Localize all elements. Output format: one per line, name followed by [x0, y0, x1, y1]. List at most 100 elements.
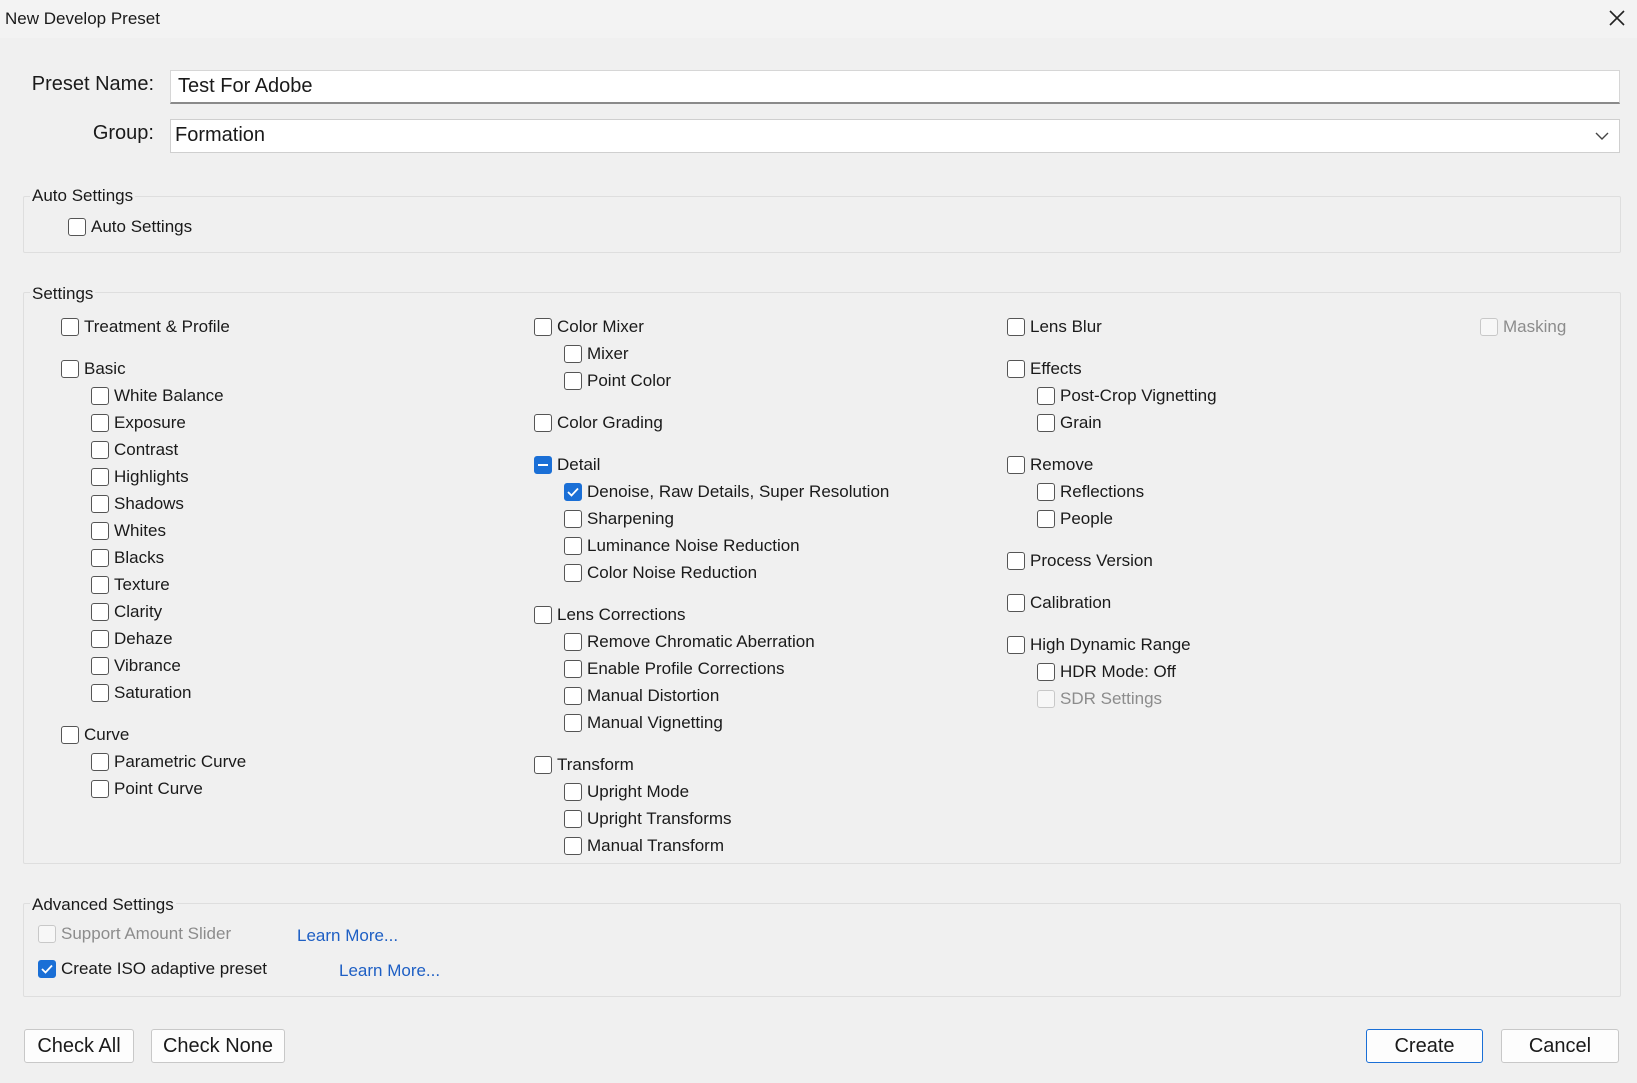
color-noise-reduction-checkbox[interactable]: Color Noise Reduction	[564, 561, 757, 585]
calibration-checkbox[interactable]: Calibration	[1007, 591, 1111, 615]
shadows-checkbox[interactable]: Shadows	[91, 492, 184, 516]
point-curve-checkbox[interactable]: Point Curve	[91, 777, 203, 801]
checkbox-label: Dehaze	[114, 629, 173, 648]
reflections-checkbox[interactable]: Reflections	[1037, 480, 1144, 504]
manual-distortion-checkbox[interactable]: Manual Distortion	[564, 684, 719, 708]
checkbox-box	[91, 780, 109, 798]
group-selected-value: Formation	[175, 124, 266, 146]
grain-checkbox[interactable]: Grain	[1037, 411, 1102, 435]
dehaze-checkbox[interactable]: Dehaze	[91, 627, 173, 651]
checkbox-label: Denoise, Raw Details, Super Resolution	[587, 482, 890, 501]
checkbox-label: Basic	[84, 359, 126, 378]
denoise-checkbox[interactable]: Denoise, Raw Details, Super Resolution	[564, 480, 889, 504]
check-none-button[interactable]: Check None	[151, 1029, 285, 1063]
people-checkbox[interactable]: People	[1037, 507, 1113, 531]
basic-checkbox[interactable]: Basic	[61, 357, 126, 381]
checkbox-label: Texture	[114, 575, 170, 594]
checkbox-label: Point Color	[587, 371, 672, 390]
whites-checkbox[interactable]: Whites	[91, 519, 166, 543]
checkbox-box	[534, 756, 552, 774]
parametric-curve-checkbox[interactable]: Parametric Curve	[91, 750, 246, 774]
lens-corrections-checkbox[interactable]: Lens Corrections	[534, 603, 686, 627]
detail-checkbox[interactable]: Detail	[534, 453, 600, 477]
curve-checkbox[interactable]: Curve	[61, 723, 129, 747]
auto-settings-checkbox[interactable]: Auto Settings	[68, 215, 192, 239]
indeterminate-icon	[538, 464, 548, 466]
chevron-down-icon	[1595, 132, 1609, 140]
high-dynamic-range-checkbox[interactable]: High Dynamic Range	[1007, 633, 1191, 657]
remove-checkbox[interactable]: Remove	[1007, 453, 1093, 477]
checkbox-box	[91, 657, 109, 675]
checkbox-label: SDR Settings	[1060, 689, 1163, 708]
treatment-profile-checkbox[interactable]: Treatment & Profile	[61, 315, 230, 339]
preset-name-input[interactable]	[170, 70, 1620, 104]
enable-profile-corrections-checkbox[interactable]: Enable Profile Corrections	[564, 657, 784, 681]
luminance-noise-reduction-checkbox[interactable]: Luminance Noise Reduction	[564, 534, 800, 558]
checkbox-label: HDR Mode: Off	[1060, 662, 1176, 681]
effects-checkbox[interactable]: Effects	[1007, 357, 1082, 381]
checkbox-label: Point Curve	[114, 779, 203, 798]
color-mixer-checkbox[interactable]: Color Mixer	[534, 315, 644, 339]
group-select[interactable]: Formation	[170, 119, 1620, 153]
learn-more-link[interactable]: Learn More...	[339, 961, 440, 981]
checkbox-box	[1007, 594, 1025, 612]
contrast-checkbox[interactable]: Contrast	[91, 438, 178, 462]
checkbox-box	[61, 726, 79, 744]
point-color-checkbox[interactable]: Point Color	[564, 369, 671, 393]
post-crop-vignetting-checkbox[interactable]: Post-Crop Vignetting	[1037, 384, 1217, 408]
saturation-checkbox[interactable]: Saturation	[91, 681, 192, 705]
white-balance-checkbox[interactable]: White Balance	[91, 384, 224, 408]
checkbox-box	[61, 360, 79, 378]
learn-more-link[interactable]: Learn More...	[297, 926, 398, 946]
checkbox-label: Highlights	[114, 467, 189, 486]
highlights-checkbox[interactable]: Highlights	[91, 465, 189, 489]
exposure-checkbox[interactable]: Exposure	[91, 411, 186, 435]
checkbox-box	[38, 925, 56, 943]
manual-vignetting-checkbox[interactable]: Manual Vignetting	[564, 711, 723, 735]
checkbox-label: Saturation	[114, 683, 192, 702]
vibrance-checkbox[interactable]: Vibrance	[91, 654, 181, 678]
window-title: New Develop Preset	[5, 9, 160, 28]
sharpening-checkbox[interactable]: Sharpening	[564, 507, 674, 531]
sdr-settings-checkbox[interactable]: SDR Settings	[1037, 687, 1162, 711]
create-button[interactable]: Create	[1366, 1029, 1483, 1063]
checkbox-label: Clarity	[114, 602, 163, 621]
checkbox-label: Effects	[1030, 359, 1082, 378]
checkbox-label: Color Mixer	[557, 317, 644, 336]
checkbox-box	[91, 603, 109, 621]
color-grading-checkbox[interactable]: Color Grading	[534, 411, 663, 435]
texture-checkbox[interactable]: Texture	[91, 573, 170, 597]
checkbox-label: Upright Transforms	[587, 809, 732, 828]
transform-checkbox[interactable]: Transform	[534, 753, 634, 777]
checkbox-label: Blacks	[114, 548, 165, 567]
mixer-checkbox[interactable]: Mixer	[564, 342, 629, 366]
manual-transform-checkbox[interactable]: Manual Transform	[564, 834, 724, 858]
masking-checkbox[interactable]: Masking	[1480, 315, 1566, 339]
check-all-button[interactable]: Check All	[24, 1029, 134, 1063]
checkbox-label: Treatment & Profile	[84, 317, 230, 336]
settings-frame	[23, 292, 1621, 864]
auto-settings-title: Auto Settings	[30, 186, 136, 206]
cancel-button[interactable]: Cancel	[1501, 1029, 1619, 1063]
process-version-checkbox[interactable]: Process Version	[1007, 549, 1153, 573]
checkbox-label: Remove	[1030, 455, 1094, 474]
hdr-mode-checkbox[interactable]: HDR Mode: Off	[1037, 660, 1176, 684]
checkbox-box	[1007, 636, 1025, 654]
checkbox-box	[91, 495, 109, 513]
blacks-checkbox[interactable]: Blacks	[91, 546, 164, 570]
clarity-checkbox[interactable]: Clarity	[91, 600, 162, 624]
checkbox-box	[91, 468, 109, 486]
checkbox-label: Process Version	[1030, 551, 1153, 570]
checkbox-box	[1007, 318, 1025, 336]
remove-chromatic-aberration-checkbox[interactable]: Remove Chromatic Aberration	[564, 630, 815, 654]
checkbox-box	[1007, 552, 1025, 570]
upright-mode-checkbox[interactable]: Upright Mode	[564, 780, 689, 804]
checkbox-label: Enable Profile Corrections	[587, 659, 785, 678]
iso-adaptive-preset-checkbox[interactable]: Create ISO adaptive preset	[38, 957, 267, 981]
lens-blur-checkbox[interactable]: Lens Blur	[1007, 315, 1102, 339]
checkbox-box	[564, 537, 582, 555]
checkmark-icon	[41, 964, 53, 974]
close-button[interactable]	[1602, 6, 1632, 32]
support-amount-slider-checkbox[interactable]: Support Amount Slider	[38, 922, 231, 946]
upright-transforms-checkbox[interactable]: Upright Transforms	[564, 807, 732, 831]
